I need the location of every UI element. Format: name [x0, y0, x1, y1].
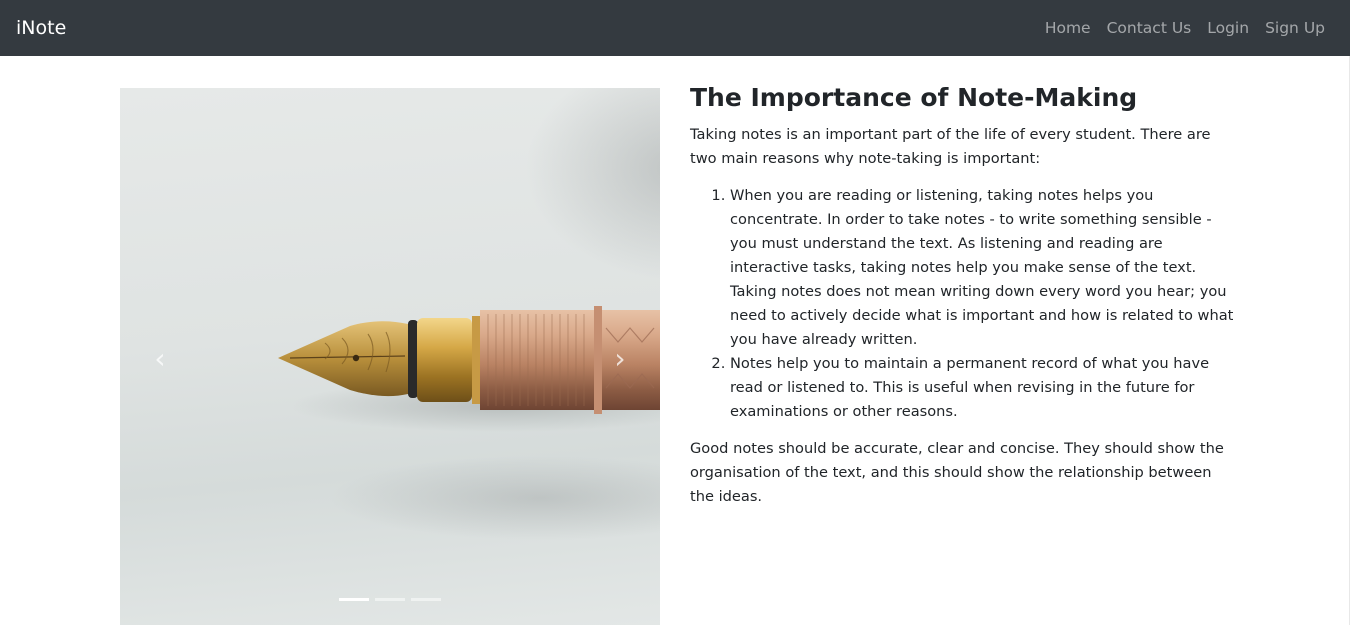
chevron-right-icon: › — [614, 341, 626, 375]
carousel-prev-button[interactable]: ‹ — [140, 328, 180, 388]
chevron-left-icon: ‹ — [154, 341, 166, 375]
pen-nib — [278, 321, 408, 397]
carousel-indicator-2[interactable] — [375, 598, 405, 601]
reason-item-2: Notes help you to maintain a permanent r… — [730, 352, 1235, 424]
top-navbar: iNote Home Contact Us Login Sign Up — [0, 0, 1350, 56]
pen-ring — [408, 320, 418, 398]
reasons-list: When you are reading or listening, takin… — [690, 184, 1235, 424]
carousel-indicator-1[interactable] — [339, 598, 369, 601]
nav-link-home[interactable]: Home — [1045, 19, 1091, 37]
reason-item-1: When you are reading or listening, takin… — [730, 184, 1235, 352]
fountain-pen-image — [278, 306, 660, 432]
carousel-indicators — [339, 598, 441, 601]
brand-logo[interactable]: iNote — [16, 0, 66, 56]
nav-link-contact-us[interactable]: Contact Us — [1107, 19, 1192, 37]
nav-links: Home Contact Us Login Sign Up — [1045, 0, 1325, 56]
article-title: The Importance of Note-Making — [690, 83, 1138, 112]
article: The Importance of Note-Making Taking not… — [690, 80, 1235, 522]
nav-link-login[interactable]: Login — [1207, 19, 1249, 37]
nav-link-sign-up[interactable]: Sign Up — [1265, 19, 1325, 37]
article-conclusion: Good notes should be accurate, clear and… — [690, 440, 1224, 505]
image-carousel: ‹ › — [120, 88, 660, 625]
pen-grip — [417, 318, 472, 402]
carousel-next-button[interactable]: › — [600, 328, 640, 388]
carousel-indicator-3[interactable] — [411, 598, 441, 601]
article-intro: Taking notes is an important part of the… — [690, 126, 1211, 167]
